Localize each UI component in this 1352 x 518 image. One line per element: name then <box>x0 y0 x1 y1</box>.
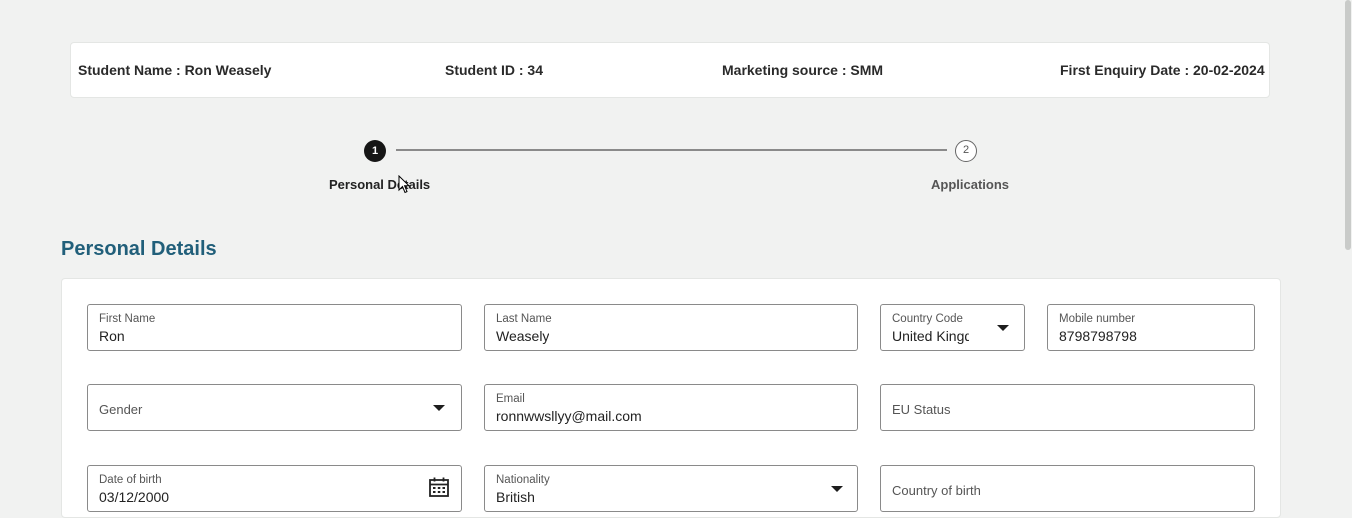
eu-status-placeholder: EU Status <box>892 402 951 417</box>
country-code-select[interactable]: Country Code United Kingdom <box>880 304 1025 351</box>
nationality-label: Nationality <box>496 474 550 486</box>
first-name-field[interactable]: First Name Ron <box>87 304 462 351</box>
nationality-value: British <box>496 489 535 505</box>
chevron-down-icon[interactable] <box>831 486 843 492</box>
mobile-number-field[interactable]: Mobile number 8798798798 <box>1047 304 1255 351</box>
chevron-down-icon[interactable] <box>433 405 445 411</box>
eu-status-field[interactable]: EU Status <box>880 384 1255 431</box>
country-code-value: United Kingdom <box>892 328 969 344</box>
last-name-value: Weasely <box>496 328 550 344</box>
date-of-birth-field[interactable]: Date of birth 03/12/2000 <box>87 465 462 512</box>
personal-details-form: First Name Ron Last Name Weasely Country… <box>61 278 1281 518</box>
step-2-label[interactable]: Applications <box>931 177 1009 192</box>
page-scrollbar-thumb[interactable] <box>1345 0 1351 250</box>
email-value: ronnwwsllyy@mail.com <box>496 408 642 424</box>
step-1-label[interactable]: Personal Details <box>329 177 430 192</box>
date-of-birth-label: Date of birth <box>99 474 162 486</box>
mouse-pointer-icon <box>398 175 410 194</box>
calendar-icon[interactable] <box>428 476 450 498</box>
mobile-number-label: Mobile number <box>1059 313 1136 325</box>
last-name-field[interactable]: Last Name Weasely <box>484 304 858 351</box>
gender-placeholder: Gender <box>99 402 143 417</box>
date-of-birth-value: 03/12/2000 <box>99 489 170 505</box>
gender-select[interactable]: Gender <box>87 384 462 431</box>
last-name-label: Last Name <box>496 313 552 325</box>
step-1-indicator[interactable]: 1 <box>364 140 386 162</box>
mobile-number-value: 8798798798 <box>1059 328 1137 344</box>
first-name-value: Ron <box>99 328 125 344</box>
stepper-connector <box>396 149 947 151</box>
chevron-down-icon[interactable] <box>997 325 1009 331</box>
section-title: Personal Details <box>61 238 217 260</box>
country-code-label: Country Code <box>892 313 963 325</box>
step-2-indicator[interactable]: 2 <box>955 140 977 162</box>
country-of-birth-field[interactable]: Country of birth <box>880 465 1255 512</box>
progress-stepper: 1 Personal Details 2 Applications <box>0 0 1352 210</box>
nationality-select[interactable]: Nationality British <box>484 465 858 512</box>
email-label: Email <box>496 393 525 405</box>
country-of-birth-placeholder: Country of birth <box>892 483 981 498</box>
email-field[interactable]: Email ronnwwsllyy@mail.com <box>484 384 858 431</box>
first-name-label: First Name <box>99 313 156 325</box>
